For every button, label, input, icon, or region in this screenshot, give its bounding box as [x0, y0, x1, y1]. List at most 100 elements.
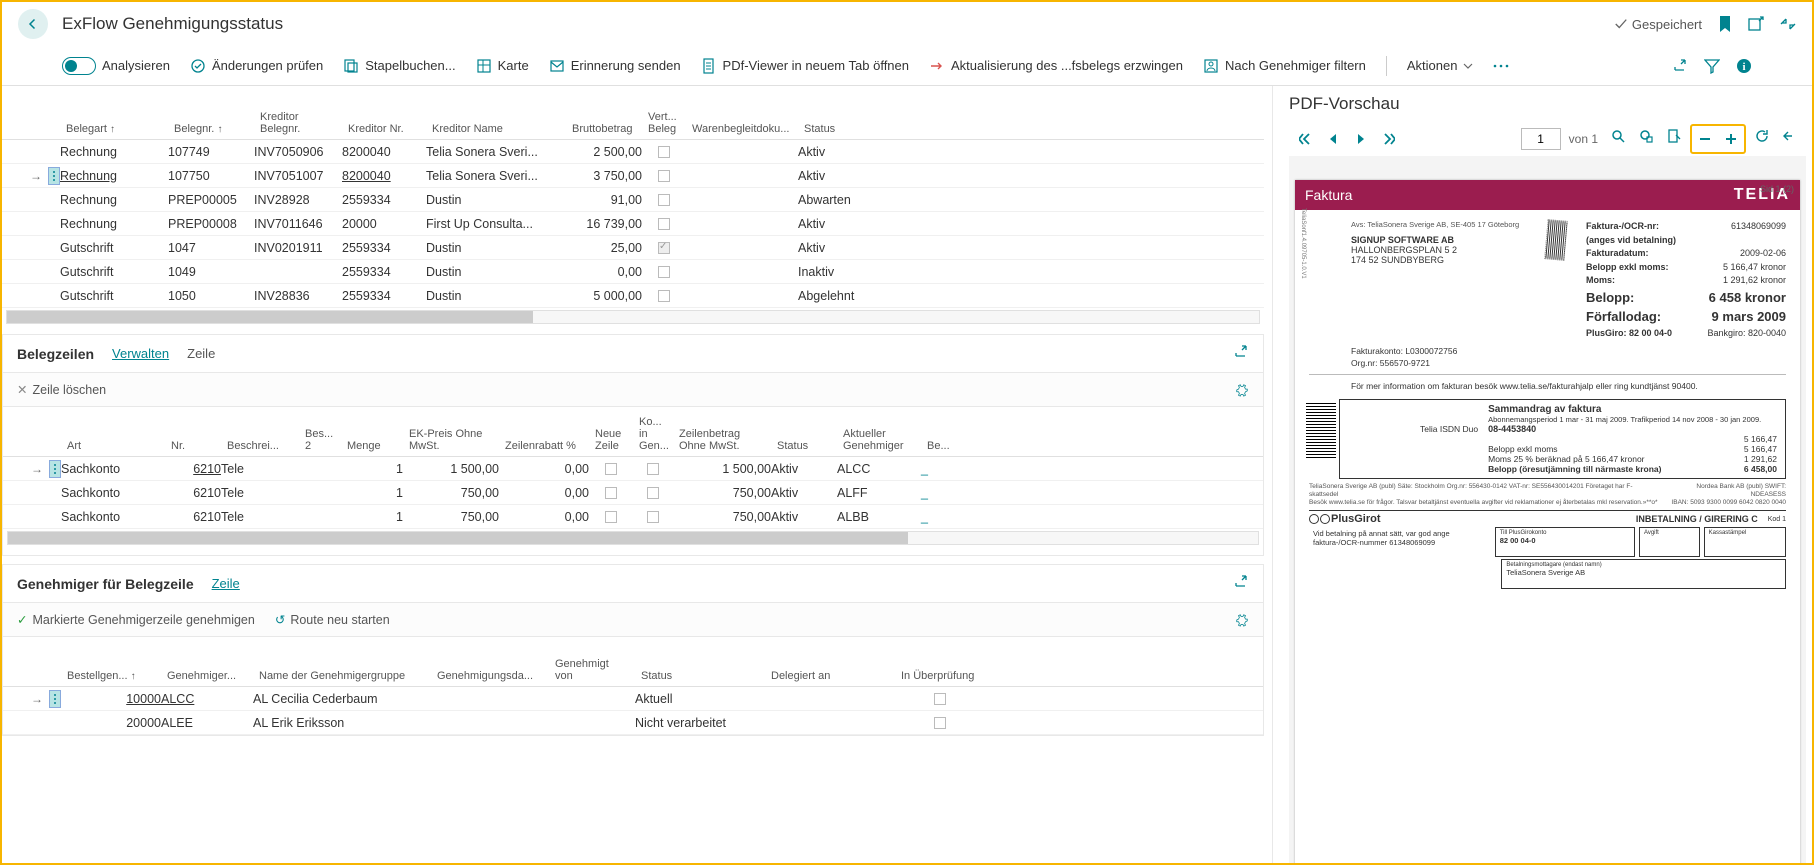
lcol-geneh[interactable]: Aktueller Genehmiger [837, 428, 921, 452]
checkbox[interactable] [658, 170, 670, 182]
checkbox[interactable] [647, 511, 659, 523]
lcol-ek[interactable]: EK-Preis Ohne MwSt. [403, 428, 499, 452]
pdf-zoom-in[interactable] [1719, 127, 1743, 151]
acol-gen[interactable]: Genehmiger... [161, 670, 253, 682]
acol-gname[interactable]: Name der Genehmigergruppe [253, 670, 431, 682]
table-row[interactable]: Sachkonto6210Tele1750,000,00750,00AktivA… [3, 481, 1263, 505]
table-row[interactable]: RechnungPREP00005INV289282559334Dustin91… [2, 188, 1264, 212]
checkbox[interactable] [658, 218, 670, 230]
pdf-last-page[interactable] [1377, 127, 1401, 151]
table-row[interactable]: Rechnung107749INV70509068200040Telia Son… [2, 140, 1264, 164]
row-actions-button[interactable] [48, 167, 60, 185]
lcol-status[interactable]: Status [771, 440, 837, 452]
approvers-settings-icon[interactable] [1235, 613, 1249, 627]
row-actions-button[interactable] [49, 460, 61, 478]
share-icon[interactable] [1672, 58, 1688, 74]
acol-rev[interactable]: In Überprüfung [895, 670, 985, 682]
checkbox[interactable] [647, 463, 659, 475]
lcol-rabatt[interactable]: Zeilenrabatt % [499, 440, 589, 452]
acol-status[interactable]: Status [635, 670, 765, 682]
lcol-neue[interactable]: Neue Zeile [589, 428, 633, 452]
lines-share-icon[interactable] [1233, 344, 1249, 363]
lcol-blank[interactable]: Be... [921, 440, 949, 452]
table-row[interactable]: 20000ALEEAL Erik ErikssonNicht verarbeit… [3, 711, 1263, 735]
lcol-besch2[interactable]: Bes... 2 [299, 428, 341, 452]
pdf-next-page[interactable] [1349, 127, 1373, 151]
approvers-share-icon[interactable] [1233, 574, 1249, 593]
lcol-besch[interactable]: Beschrei... [221, 440, 299, 452]
restart-route-action[interactable]: ↺Route neu starten [275, 612, 390, 627]
delete-line-action[interactable]: ✕Zeile löschen [17, 382, 106, 397]
col-belegnr[interactable]: Belegnr. ↑ [168, 123, 254, 135]
table-row[interactable]: RechnungPREP00008INV701164620000First Up… [2, 212, 1264, 236]
pdf-prev-page[interactable] [1321, 127, 1345, 151]
checkbox[interactable] [605, 487, 617, 499]
checkbox[interactable] [658, 266, 670, 278]
acol-date[interactable]: Genehmigungsda... [431, 670, 549, 682]
col-brutto[interactable]: Bruttobetrag [566, 123, 642, 135]
analyze-toggle[interactable]: Analysieren [62, 57, 170, 75]
checkbox[interactable] [647, 487, 659, 499]
checkbox[interactable] [658, 242, 670, 254]
col-kbelegnr[interactable]: Kreditor Belegnr. [254, 111, 342, 135]
row-actions-button[interactable] [49, 690, 61, 708]
lcol-menge[interactable]: Menge [341, 440, 403, 452]
acol-von[interactable]: Genehmigt von [549, 658, 635, 682]
pdf-tab-action[interactable]: PDf-Viewer in neuem Tab öffnen [701, 58, 909, 74]
table-row[interactable]: →10000ALCCAL Cecilia CederbaumAktuell [3, 687, 1263, 711]
collapse-icon[interactable] [1780, 16, 1796, 32]
lines-settings-icon[interactable] [1235, 383, 1249, 397]
more-actions[interactable] [1493, 64, 1509, 68]
map-action[interactable]: Karte [476, 58, 529, 74]
acol-best[interactable]: Bestellgen... ↑ [61, 670, 161, 682]
table-row[interactable]: Gutschrift10492559334Dustin0,00Inaktiv [2, 260, 1264, 284]
table-row[interactable]: Gutschrift1050INV288362559334Dustin5 000… [2, 284, 1264, 308]
bookmark-icon[interactable] [1718, 16, 1732, 32]
approve-marked-action[interactable]: ✓Markierte Genehmigerzeile genehmigen [17, 612, 255, 627]
checkbox[interactable] [934, 693, 946, 705]
checkbox[interactable] [658, 146, 670, 158]
pdf-fitwidth[interactable] [1634, 124, 1658, 148]
pdf-search[interactable] [1606, 124, 1630, 148]
col-kname[interactable]: Kreditor Name [426, 123, 566, 135]
checkbox[interactable] [658, 194, 670, 206]
table-row[interactable]: →Sachkonto6210Tele11 500,000,001 500,00A… [3, 457, 1263, 481]
actions-menu[interactable]: Aktionen [1407, 58, 1474, 73]
lcol-zbetrag[interactable]: Zeilenbetrag Ohne MwSt. [673, 428, 771, 452]
toggle-pill-icon[interactable] [62, 57, 96, 75]
refresh-doc-action[interactable]: Aktualisierung des ...fsbelegs erzwingen [929, 58, 1183, 74]
col-belegart[interactable]: Belegart ↑ [60, 123, 168, 135]
col-vert[interactable]: Vert... Beleg [642, 111, 686, 135]
pdf-fitpage[interactable] [1662, 124, 1686, 148]
pdf-reload[interactable] [1750, 124, 1774, 148]
tab-line[interactable]: Zeile [187, 346, 215, 361]
filter-icon[interactable] [1704, 58, 1720, 74]
col-waren[interactable]: Warenbegleitdoku... [686, 123, 798, 135]
checkbox[interactable] [605, 463, 617, 475]
tab-manage[interactable]: Verwalten [112, 346, 169, 361]
back-button[interactable] [18, 9, 48, 39]
table-row[interactable]: →Rechnung107750INV70510078200040Telia So… [2, 164, 1264, 188]
acol-del[interactable]: Delegiert an [765, 670, 895, 682]
batch-action[interactable]: Stapelbuchen... [343, 58, 455, 74]
horizontal-scrollbar[interactable] [6, 310, 1260, 324]
filter-approver-action[interactable]: Nach Genehmiger filtern [1203, 58, 1366, 74]
table-row[interactable]: Sachkonto6210Tele1750,000,00750,00AktivA… [3, 505, 1263, 529]
col-status[interactable]: Status [798, 123, 918, 135]
info-icon[interactable]: i [1736, 58, 1752, 74]
popout-icon[interactable] [1748, 16, 1764, 32]
pdf-page-input[interactable] [1521, 128, 1561, 150]
pdf-undo[interactable] [1778, 124, 1802, 148]
checkbox[interactable] [658, 290, 670, 302]
lcol-kopie[interactable]: Ko... in Gen... [633, 416, 673, 452]
lcol-art[interactable]: Art [61, 440, 165, 452]
pdf-first-page[interactable] [1293, 127, 1317, 151]
col-knr[interactable]: Kreditor Nr. [342, 123, 426, 135]
table-row[interactable]: Gutschrift1047INV02019112559334Dustin25,… [2, 236, 1264, 260]
lcol-nr[interactable]: Nr. [165, 440, 221, 452]
checkbox[interactable] [934, 717, 946, 729]
checkbox[interactable] [605, 511, 617, 523]
check-changes-action[interactable]: Änderungen prüfen [190, 58, 323, 74]
lines-hscroll[interactable] [7, 531, 1259, 545]
pdf-zoom-out[interactable] [1693, 127, 1717, 151]
